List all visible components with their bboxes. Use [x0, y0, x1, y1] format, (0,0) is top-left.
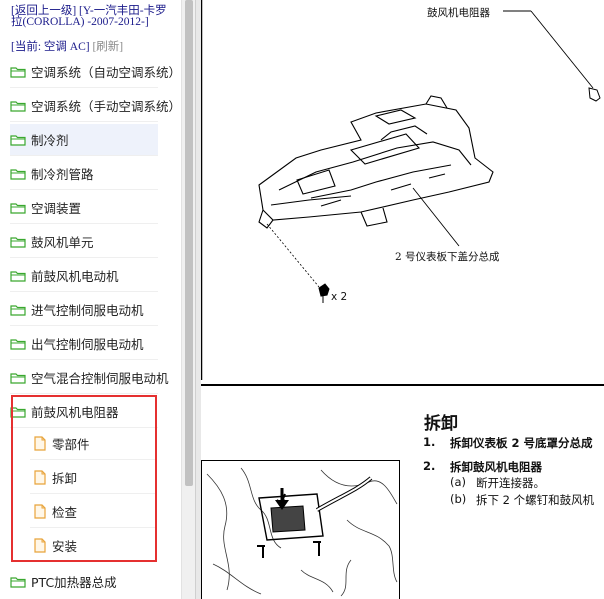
- nav-item-4[interactable]: 空调装置: [10, 192, 81, 223]
- nav-item-label: 进气控制伺服电动机: [31, 303, 144, 318]
- step-2-text: 拆卸鼓风机电阻器: [450, 460, 542, 474]
- nav-item-label: 空调系统（自动空调系统）: [31, 65, 181, 80]
- connector-removal-diagram: [201, 460, 400, 599]
- label-blower-resistor: 鼓风机电阻器: [427, 7, 490, 19]
- folder-icon: [10, 270, 26, 282]
- row-divider: [10, 325, 158, 326]
- nav-item-7[interactable]: 进气控制伺服电动机: [10, 294, 144, 325]
- nav-item-5[interactable]: 鼓风机单元: [10, 226, 94, 257]
- nav-item-label: PTC加热器总成: [31, 575, 117, 590]
- breadcrumb-header: [返回上一级] [Y-一汽丰田-卡罗拉(COROLLA) -2007-2012-…: [11, 5, 176, 28]
- folder-icon: [10, 576, 26, 588]
- substep-b-text: 拆下 2 个螺钉和鼓风机: [476, 493, 595, 507]
- row-divider: [10, 257, 158, 258]
- row-divider: [10, 189, 158, 190]
- folder-icon: [10, 66, 26, 78]
- nav-item-label: 空气混合控制伺服电动机: [31, 371, 169, 386]
- row-divider: [10, 291, 158, 292]
- nav-item-0[interactable]: 空调系统（自动空调系统）: [10, 56, 181, 87]
- nav-item-label: 前鼓风机电动机: [31, 269, 119, 284]
- nav-item-8[interactable]: 出气控制伺服电动机: [10, 328, 144, 359]
- folder-icon: [10, 202, 26, 214]
- scrollbar-thumb[interactable]: [185, 0, 193, 486]
- nav-item-ptc-heater[interactable]: PTC加热器总成: [10, 566, 117, 597]
- section-rule: [201, 384, 604, 386]
- folder-icon: [10, 168, 26, 180]
- row-divider: [10, 121, 158, 122]
- nav-item-label: 制冷剂: [31, 133, 69, 148]
- step-1-num: 1.: [423, 435, 436, 449]
- nav-item-label: 空调装置: [31, 201, 82, 216]
- nav-item-label: 鼓风机单元: [31, 235, 94, 250]
- nav-item-6[interactable]: 前鼓风机电动机: [10, 260, 119, 291]
- nav-item-label: 制冷剂管路: [31, 167, 94, 182]
- row-divider: [10, 359, 158, 360]
- folder-icon: [10, 304, 26, 316]
- highlight-box: [11, 395, 157, 562]
- folder-icon: [10, 100, 26, 112]
- current-location: [当前: 空调 AC] [刷新]: [11, 41, 176, 53]
- folder-icon: [10, 236, 26, 248]
- nav-item-1[interactable]: 空调系统（手动空调系统）: [10, 90, 181, 121]
- substep-a-mark: (a): [450, 475, 467, 489]
- step-2-num: 2.: [423, 459, 436, 473]
- nav-item-label: 空调系统（手动空调系统）: [31, 99, 181, 114]
- folder-icon: [10, 372, 26, 384]
- row-divider: [10, 155, 158, 156]
- nav-item-9[interactable]: 空气混合控制伺服电动机: [10, 362, 169, 393]
- label-panel-cover: 2 号仪表板下盖分总成: [395, 251, 500, 263]
- sidebar-scrollbar[interactable]: [181, 0, 196, 599]
- section-title: 拆卸: [424, 414, 458, 434]
- row-divider: [10, 87, 158, 88]
- nav-item-label: 出气控制伺服电动机: [31, 337, 144, 352]
- substep-a-text: 断开连接器。: [476, 476, 545, 490]
- sidebar-tree: [返回上一级] [Y-一汽丰田-卡罗拉(COROLLA) -2007-2012-…: [0, 0, 181, 599]
- folder-icon: [10, 134, 26, 146]
- nav-item-3[interactable]: 制冷剂管路: [10, 158, 94, 189]
- step-1-text: 拆卸仪表板 2 号底罩分总成: [450, 436, 593, 450]
- blower-resistor-diagram: [201, 0, 601, 380]
- refresh-link[interactable]: [刷新]: [92, 41, 123, 53]
- label-clip-count: x 2: [331, 291, 348, 303]
- row-divider: [10, 223, 158, 224]
- document-pane: 鼓风机电阻器 2 号仪表板下盖分总成 x 2 拆卸 1. 拆卸仪表板 2 号底罩…: [201, 0, 604, 599]
- folder-icon: [10, 338, 26, 350]
- row-divider: [10, 393, 158, 394]
- substep-b-mark: (b): [450, 492, 467, 506]
- current-label: [当前: 空调 AC]: [11, 41, 90, 53]
- nav-item-2[interactable]: 制冷剂: [10, 124, 158, 155]
